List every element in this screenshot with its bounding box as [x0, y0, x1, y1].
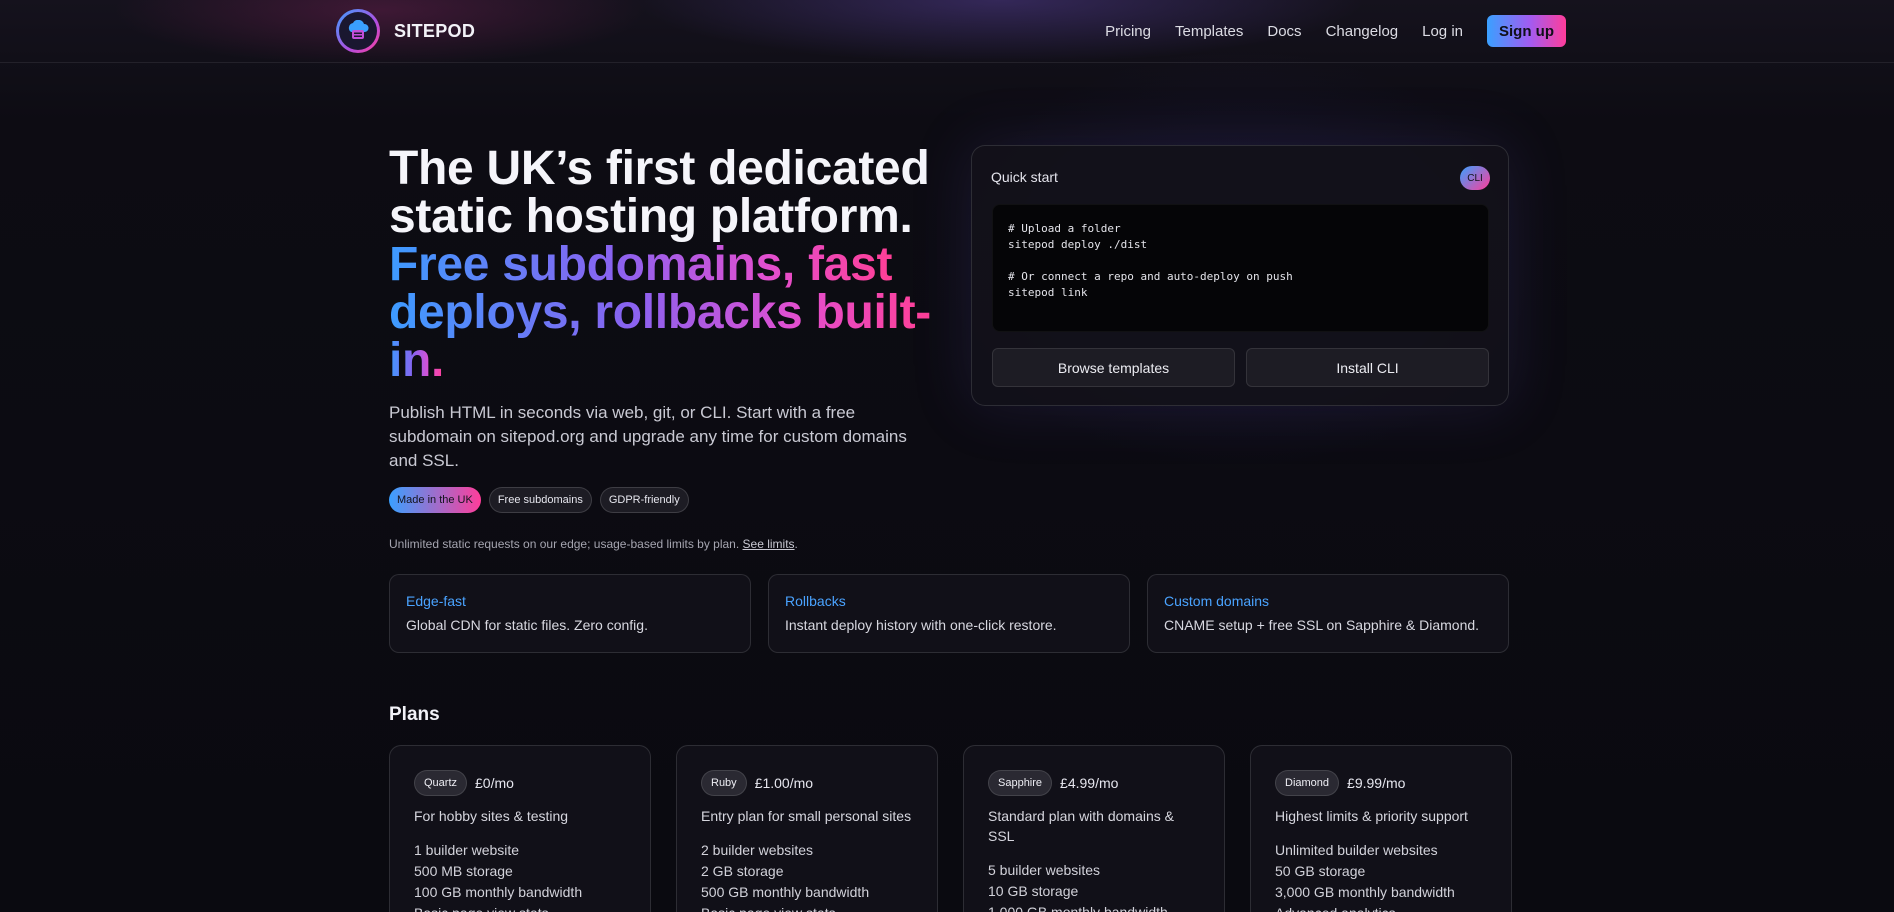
- plan-card-sapphire[interactable]: Sapphire £4.99/mo Standard plan with dom…: [963, 745, 1225, 912]
- limits-note-end: .: [794, 537, 798, 551]
- list-item: 1 builder website: [414, 842, 520, 858]
- list-item: Advanced analytics: [1275, 903, 1487, 912]
- pill-made-in-uk: Made in the UK: [389, 487, 481, 513]
- hero-title: The UK’s first dedicated static hosting …: [389, 145, 949, 385]
- plan-price: £0/mo: [475, 775, 514, 791]
- nav-pricing[interactable]: Pricing: [1105, 23, 1151, 40]
- plan-price: £9.99/mo: [1347, 775, 1406, 791]
- pill-free-subdomains: Free subdomains: [488, 487, 592, 513]
- hero-title-gradient-line: in.: [389, 334, 445, 387]
- plan-features: Unlimited builder websites 50 GB storage…: [1275, 840, 1487, 912]
- limits-note: Unlimited static requests on our edge; u…: [389, 537, 949, 551]
- list-item: 10 GB storage: [988, 883, 1079, 899]
- feature-title: Edge-fast: [406, 593, 466, 609]
- plan-price: £1.00/mo: [754, 775, 814, 791]
- list-item: 2 builder websites: [701, 842, 814, 858]
- signup-button[interactable]: Sign up: [1487, 15, 1566, 47]
- plan-name-badge: Ruby: [701, 770, 747, 796]
- list-item: Basic page view stats: [701, 903, 913, 912]
- plans-heading: Plans: [389, 704, 440, 725]
- nav-templates[interactable]: Templates: [1175, 23, 1243, 40]
- feature-card: Edge-fast Global CDN for static files. Z…: [389, 574, 751, 653]
- quick-start-card: Quick start CLI # Upload a folder sitepo…: [971, 145, 1509, 406]
- pill-gdpr: GDPR-friendly: [599, 487, 689, 513]
- brand-logo[interactable]: SITEPOD: [336, 9, 475, 53]
- plan-desc: Highest limits & priority support: [1275, 808, 1468, 824]
- list-item: 500 GB monthly bandwidth: [701, 884, 870, 900]
- hero-title-gradient-line: Free subdomains, fast: [389, 238, 893, 291]
- features-row: Edge-fast Global CDN for static files. Z…: [389, 574, 1509, 653]
- plan-card-diamond[interactable]: Diamond £9.99/mo Highest limits & priori…: [1250, 745, 1512, 912]
- plan-desc: For hobby sites & testing: [414, 808, 569, 824]
- top-navbar: SITEPOD Pricing Templates Docs Changelog…: [0, 0, 1894, 63]
- list-item: 2 GB storage: [701, 863, 784, 879]
- feature-title: Custom domains: [1164, 593, 1270, 609]
- list-item: 50 GB storage: [1275, 863, 1366, 879]
- plan-features: 1 builder website 500 MB storage 100 GB …: [414, 840, 626, 912]
- nav-changelog[interactable]: Changelog: [1326, 23, 1399, 40]
- quick-start-title: Quick start: [991, 169, 1058, 185]
- hero-title-gradient-line: deploys, rollbacks built-: [389, 286, 931, 339]
- feature-desc: Global CDN for static files. Zero config…: [406, 617, 648, 633]
- code-snippet: # Upload a folder sitepod deploy ./dist …: [992, 204, 1489, 332]
- list-item: 1,000 GB monthly bandwidth: [988, 904, 1168, 912]
- feature-desc: Instant deploy history with one-click re…: [785, 617, 1057, 633]
- limits-note-text: Unlimited static requests on our edge; u…: [389, 537, 740, 551]
- plan-desc: Entry plan for small personal sites: [701, 808, 912, 824]
- plan-name-badge: Diamond: [1275, 770, 1340, 796]
- hero-section: The UK’s first dedicated static hosting …: [389, 145, 949, 551]
- hero-pills: Made in the UK Free subdomains GDPR-frie…: [389, 487, 949, 513]
- brand-name: SITEPOD: [394, 20, 476, 41]
- hero-description: Publish HTML in seconds via web, git, or…: [389, 403, 907, 470]
- list-item: Unlimited builder websites: [1275, 842, 1438, 858]
- list-item: 3,000 GB monthly bandwidth: [1275, 884, 1455, 900]
- cli-badge: CLI: [1460, 166, 1490, 190]
- hero-title-line: static hosting platform.: [389, 190, 913, 243]
- plan-card-ruby[interactable]: Ruby £1.00/mo Entry plan for small perso…: [676, 745, 938, 912]
- plan-features: 2 builder websites 2 GB storage 500 GB m…: [701, 840, 913, 912]
- feature-card: Custom domains CNAME setup + free SSL on…: [1147, 574, 1509, 653]
- nav-login[interactable]: Log in: [1422, 23, 1463, 40]
- see-limits-link[interactable]: See limits: [743, 537, 795, 551]
- install-cli-button[interactable]: Install CLI: [1246, 348, 1489, 387]
- feature-title: Rollbacks: [785, 593, 846, 609]
- main-nav: Pricing Templates Docs Changelog Log in …: [1105, 15, 1566, 47]
- list-item: Basic page view stats: [414, 903, 626, 912]
- plan-name-badge: Quartz: [414, 770, 468, 796]
- nav-docs[interactable]: Docs: [1267, 23, 1301, 40]
- plans-row: Quartz £0/mo For hobby sites & testing 1…: [389, 745, 1512, 912]
- list-item: 100 GB monthly bandwidth: [414, 884, 583, 900]
- plan-card-quartz[interactable]: Quartz £0/mo For hobby sites & testing 1…: [389, 745, 651, 912]
- plan-desc: Standard plan with domains & SSL: [988, 808, 1174, 844]
- list-item: 500 MB storage: [414, 863, 513, 879]
- plan-price: £4.99/mo: [1060, 775, 1119, 791]
- plan-name-badge: Sapphire: [988, 770, 1053, 796]
- browse-templates-button[interactable]: Browse templates: [992, 348, 1235, 387]
- list-item: 5 builder websites: [988, 862, 1101, 878]
- hero-title-line: The UK’s first dedicated: [389, 142, 930, 195]
- cloud-server-icon: [336, 9, 380, 53]
- feature-desc: CNAME setup + free SSL on Sapphire & Dia…: [1164, 617, 1480, 633]
- feature-card: Rollbacks Instant deploy history with on…: [768, 574, 1130, 653]
- plan-features: 5 builder websites 10 GB storage 1,000 G…: [988, 860, 1200, 912]
